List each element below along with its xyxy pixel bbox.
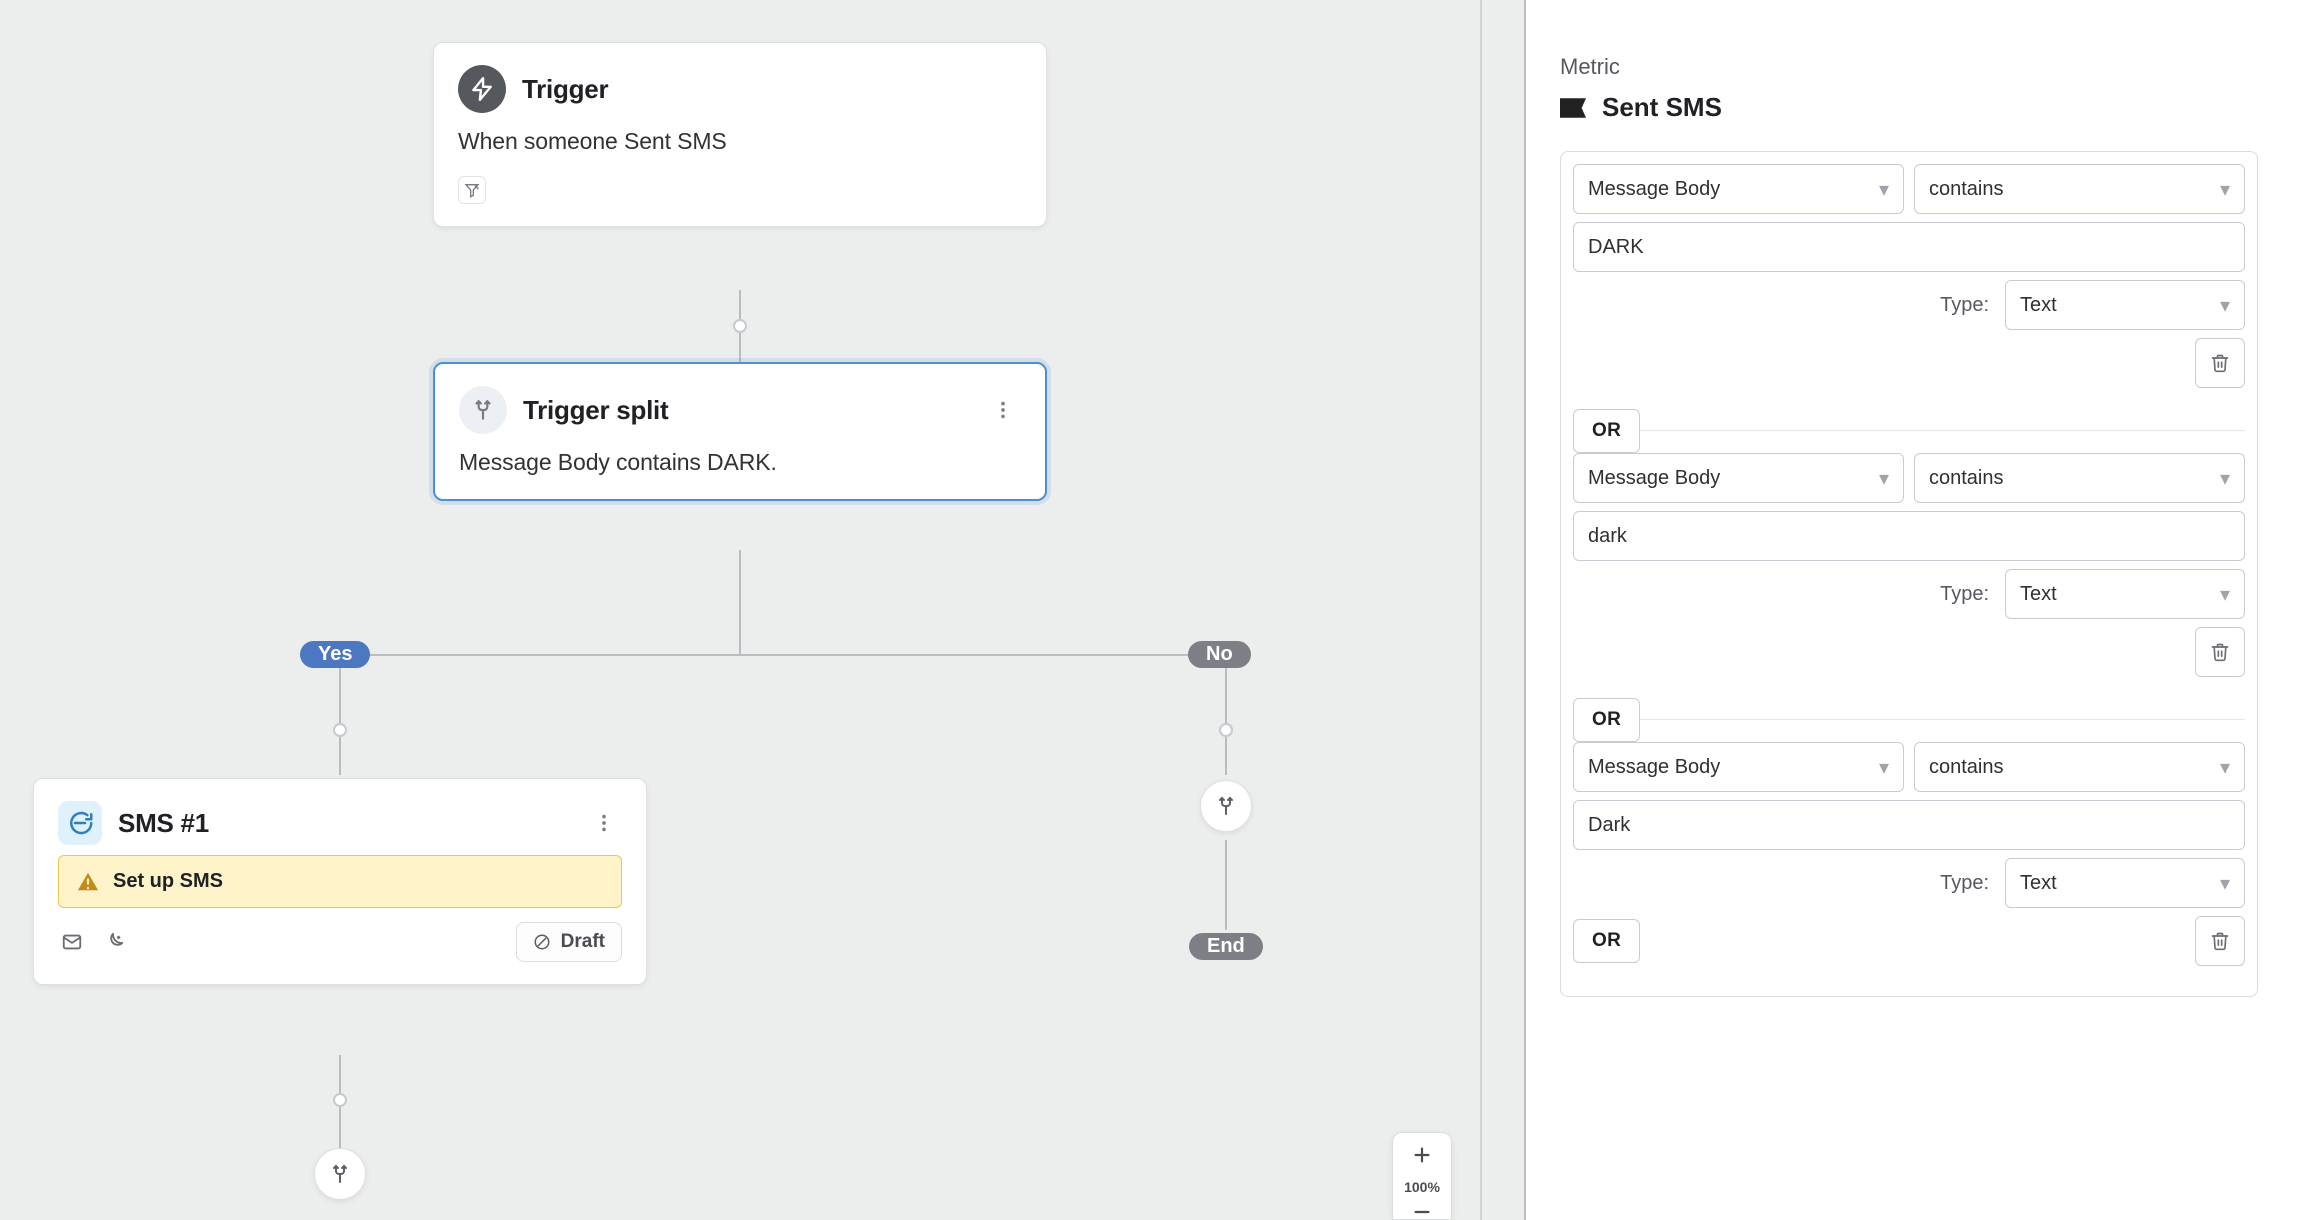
operator-value: contains xyxy=(1929,178,2004,201)
field-value: Message Body xyxy=(1588,467,1720,490)
gutter xyxy=(1482,0,1524,1220)
or-button[interactable]: OR xyxy=(1573,409,1640,453)
add-action-button[interactable] xyxy=(314,1148,366,1200)
trigger-title: Trigger xyxy=(522,74,608,105)
connector-port xyxy=(333,723,347,737)
mail-icon[interactable] xyxy=(58,928,86,956)
moon-icon[interactable] xyxy=(100,928,128,956)
delete-condition-button[interactable] xyxy=(2195,627,2245,677)
field-select[interactable]: Message Body ▾ xyxy=(1573,742,1904,792)
conditions-box: Message Body ▾ contains ▾ DARK Type: xyxy=(1560,151,2258,997)
trigger-split-body: Message Body contains DARK. xyxy=(459,448,1021,477)
chevron-down-icon: ▾ xyxy=(2220,755,2230,780)
type-select[interactable]: Text ▾ xyxy=(2005,280,2245,330)
value-input[interactable]: Dark xyxy=(1573,800,2245,850)
delete-condition-button[interactable] xyxy=(2195,916,2245,966)
metric-name: Sent SMS xyxy=(1602,92,1722,123)
trigger-body: When someone Sent SMS xyxy=(458,127,1022,156)
zoom-out-button[interactable] xyxy=(1393,1201,1451,1219)
or-button[interactable]: OR xyxy=(1573,698,1640,742)
connector-port xyxy=(1219,723,1233,737)
warning-icon xyxy=(77,871,99,893)
sms-title: SMS #1 xyxy=(118,808,209,839)
branch-no-label: No xyxy=(1188,641,1251,668)
chevron-down-icon: ▾ xyxy=(2220,466,2230,491)
chevron-down-icon: ▾ xyxy=(2220,177,2230,202)
split-icon xyxy=(459,386,507,434)
trigger-node[interactable]: Trigger When someone Sent SMS xyxy=(433,42,1047,227)
connector-port xyxy=(733,319,747,333)
type-value: Text xyxy=(2020,583,2057,606)
zoom-level: 100% xyxy=(1393,1177,1451,1201)
metric-section-label: Metric xyxy=(1560,54,2258,80)
sms-icon xyxy=(58,801,102,845)
delete-condition-button[interactable] xyxy=(2195,338,2245,388)
condition-row: Message Body ▾ contains ▾ DARK Type: xyxy=(1573,164,2245,402)
operator-select[interactable]: contains ▾ xyxy=(1914,453,2245,503)
end-label: End xyxy=(1189,933,1263,960)
or-separator: OR xyxy=(1573,719,2245,720)
condition-row: Message Body ▾ contains ▾ Dark Type: xyxy=(1573,742,2245,980)
type-select[interactable]: Text ▾ xyxy=(2005,569,2245,619)
chevron-down-icon: ▾ xyxy=(2220,871,2230,896)
value-text: Dark xyxy=(1588,814,1630,837)
kebab-icon[interactable] xyxy=(985,392,1021,428)
value-text: dark xyxy=(1588,525,1627,548)
trash-icon xyxy=(2210,642,2230,662)
chevron-down-icon: ▾ xyxy=(2220,582,2230,607)
chevron-down-icon: ▾ xyxy=(1879,755,1889,780)
draft-icon xyxy=(533,933,551,951)
zoom-in-button[interactable] xyxy=(1393,1133,1451,1177)
type-value: Text xyxy=(2020,872,2057,895)
field-value: Message Body xyxy=(1588,178,1720,201)
type-label: Type: xyxy=(1940,872,1989,895)
sms-node[interactable]: SMS #1 Set up SMS Draft xyxy=(33,778,647,985)
trigger-split-title: Trigger split xyxy=(523,395,668,426)
or-button[interactable]: OR xyxy=(1573,919,1640,963)
zoom-control: 100% xyxy=(1392,1132,1452,1220)
trash-icon xyxy=(2210,353,2230,373)
chevron-down-icon: ▾ xyxy=(1879,177,1889,202)
kebab-icon[interactable] xyxy=(586,805,622,841)
connector-port xyxy=(333,1093,347,1107)
condition-row: Message Body ▾ contains ▾ dark Type: xyxy=(1573,453,2245,691)
flag-icon xyxy=(1560,97,1586,119)
branch-yes-label: Yes xyxy=(300,641,370,668)
status-badge[interactable]: Draft xyxy=(516,922,622,962)
chevron-down-icon: ▾ xyxy=(1879,466,1889,491)
lightning-icon xyxy=(458,65,506,113)
trigger-split-node[interactable]: Trigger split Message Body contains DARK… xyxy=(433,362,1047,501)
filter-icon[interactable] xyxy=(458,176,486,204)
trash-icon xyxy=(2210,931,2230,951)
type-value: Text xyxy=(2020,294,2057,317)
value-input[interactable]: DARK xyxy=(1573,222,2245,272)
field-value: Message Body xyxy=(1588,756,1720,779)
operator-value: contains xyxy=(1929,756,2004,779)
operator-select[interactable]: contains ▾ xyxy=(1914,164,2245,214)
operator-value: contains xyxy=(1929,467,2004,490)
sms-warning-text: Set up SMS xyxy=(113,870,223,893)
operator-select[interactable]: contains ▾ xyxy=(1914,742,2245,792)
field-select[interactable]: Message Body ▾ xyxy=(1573,453,1904,503)
field-select[interactable]: Message Body ▾ xyxy=(1573,164,1904,214)
chevron-down-icon: ▾ xyxy=(2220,293,2230,318)
flow-canvas[interactable]: Trigger When someone Sent SMS Trigger sp… xyxy=(0,0,1480,1220)
status-text: Draft xyxy=(561,931,605,953)
type-label: Type: xyxy=(1940,583,1989,606)
conditions-panel: Metric Sent SMS Message Body ▾ contains … xyxy=(1526,0,2306,1220)
value-input[interactable]: dark xyxy=(1573,511,2245,561)
type-select[interactable]: Text ▾ xyxy=(2005,858,2245,908)
sms-warning[interactable]: Set up SMS xyxy=(58,855,622,908)
value-text: DARK xyxy=(1588,236,1644,259)
add-action-button[interactable] xyxy=(1200,780,1252,832)
or-separator: OR xyxy=(1573,430,2245,431)
type-label: Type: xyxy=(1940,294,1989,317)
